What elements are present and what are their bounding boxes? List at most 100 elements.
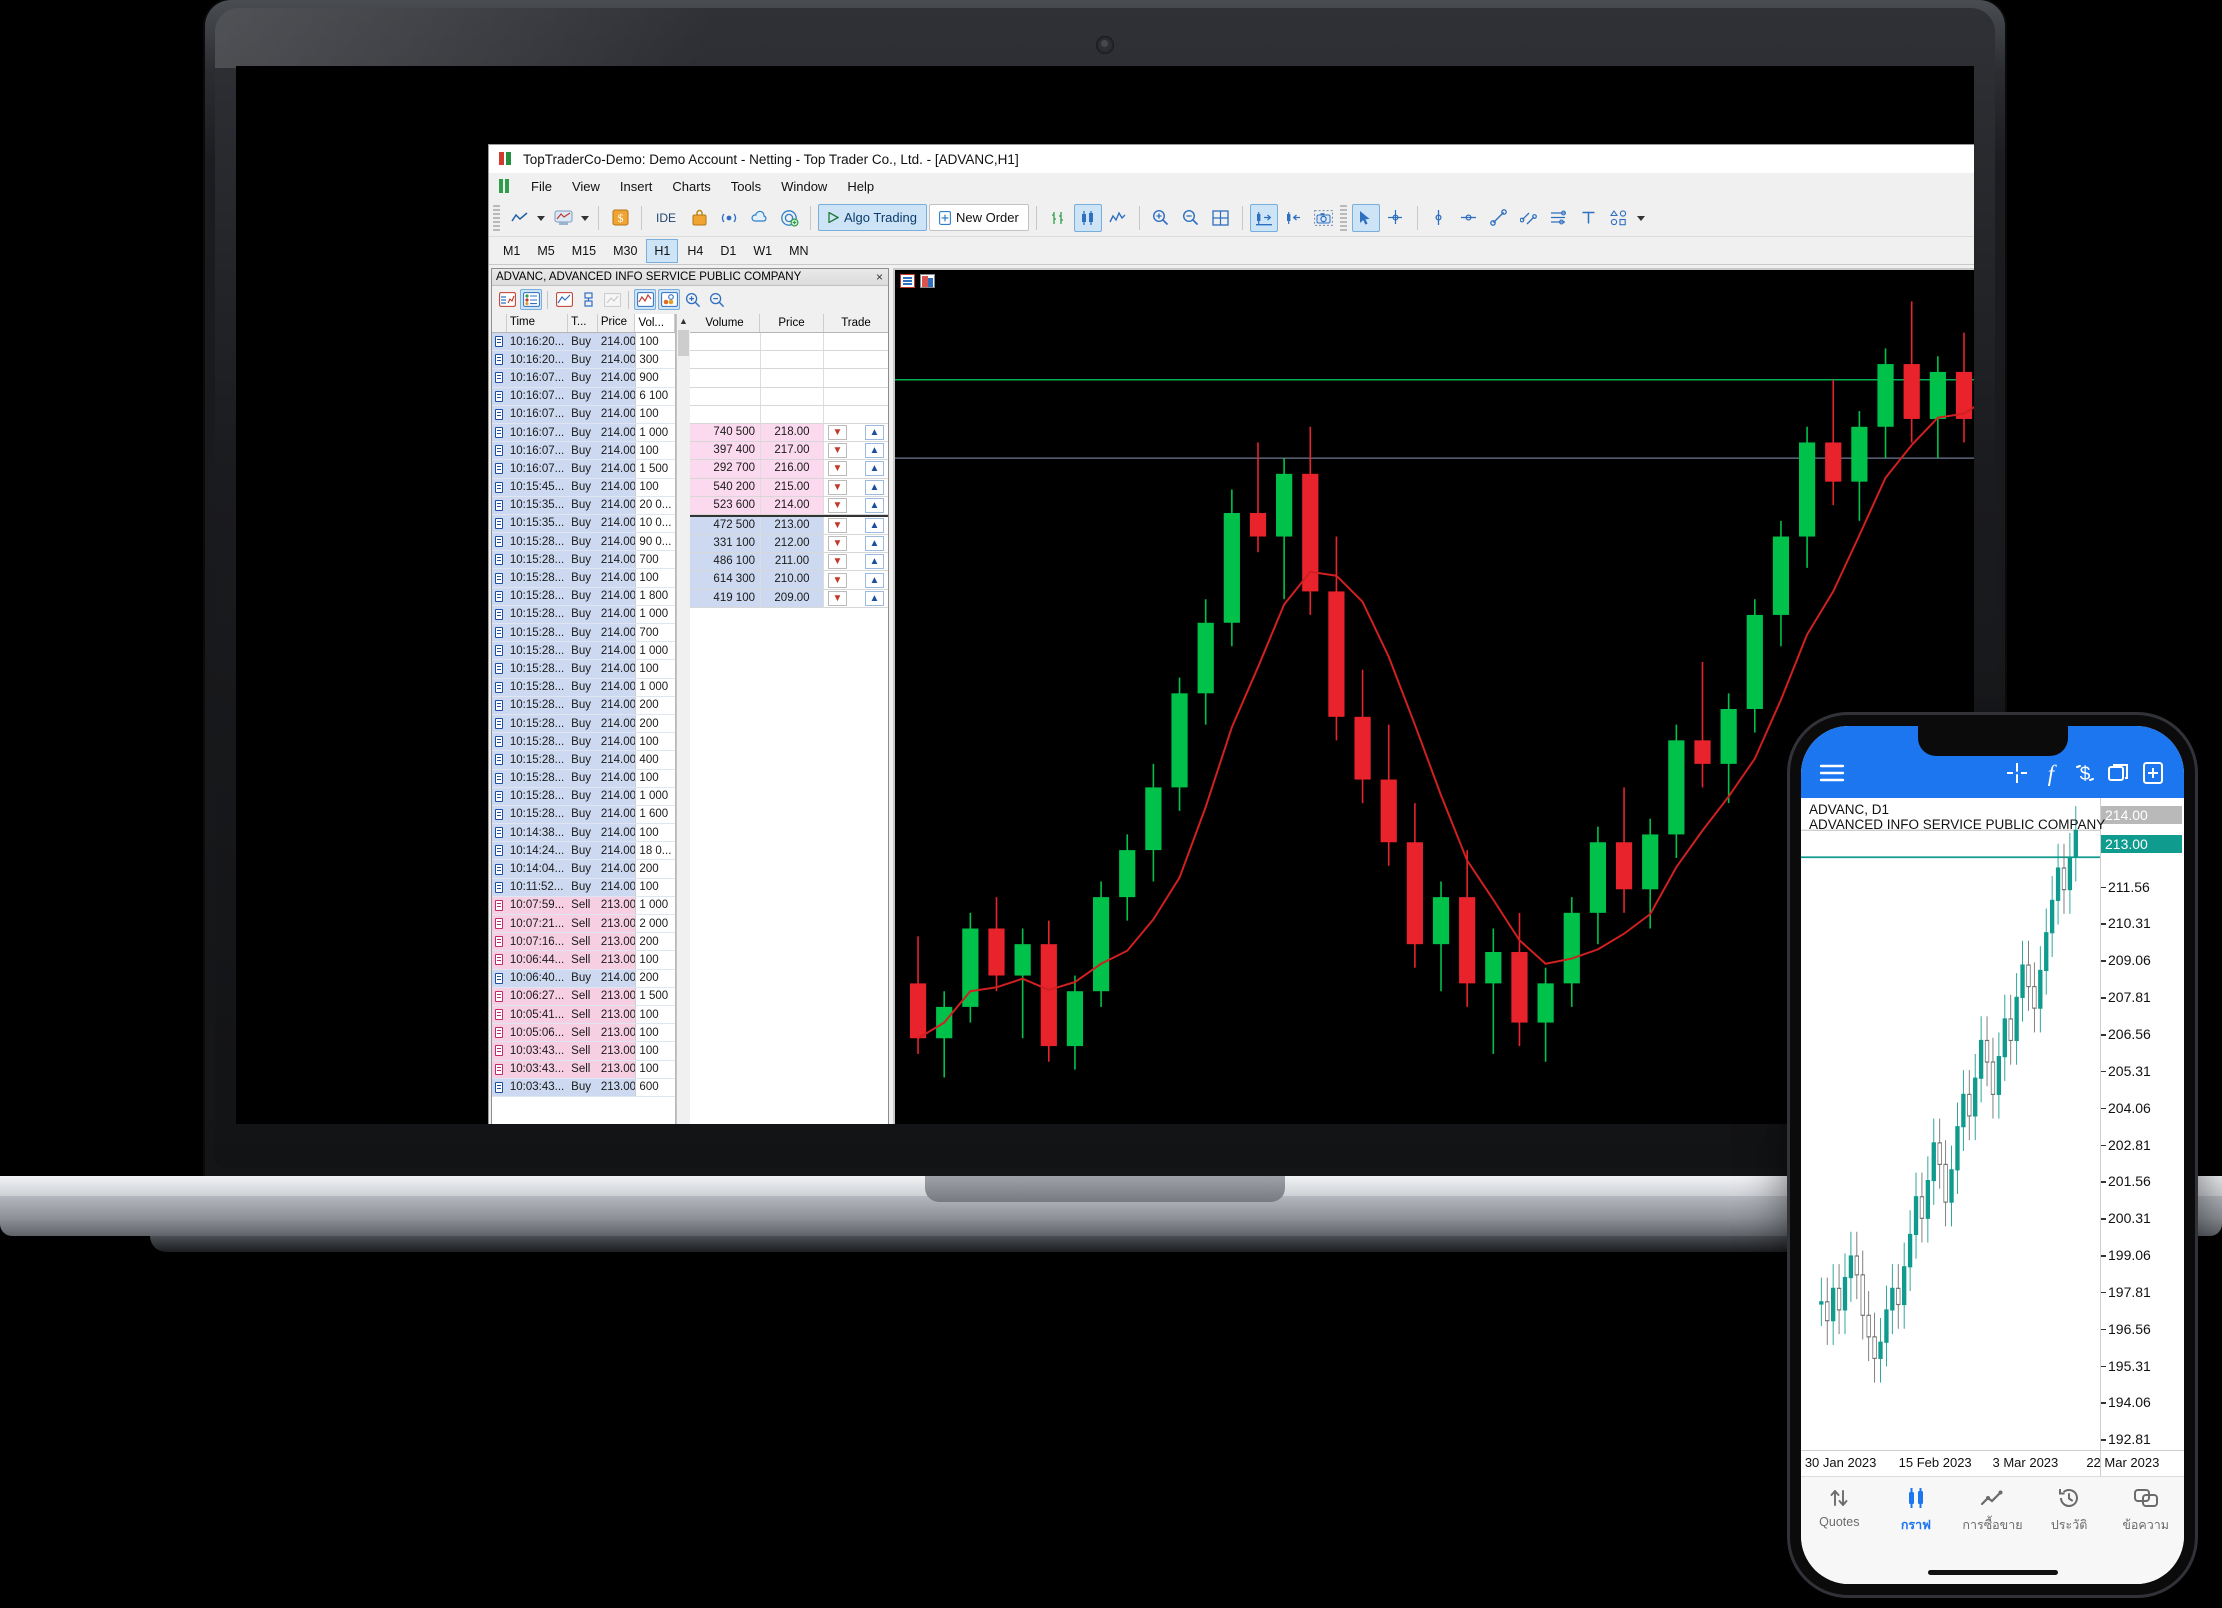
table-row[interactable]: 10:15:28... Buy 214.00 100 [492,733,675,752]
dom-row[interactable]: 419 100 209.00 ▼ ▲ [690,589,888,608]
book-zoom-out-icon[interactable] [706,289,728,310]
table-row[interactable]: 10:15:28... Buy 214.00 90 0... [492,533,675,552]
table-row[interactable]: 10:07:59... Sell 213.00 1 000 [492,896,675,915]
data-window-icon[interactable] [900,274,915,288]
sell-arrow-icon[interactable]: ▼ [828,425,847,441]
crosshair-icon[interactable] [2000,758,2034,788]
timeframe-m5[interactable]: M5 [529,239,562,263]
table-row[interactable]: 10:15:28... Buy 214.00 1 000 [492,787,675,806]
timeframe-d1[interactable]: D1 [712,239,744,263]
table-row[interactable]: 10:16:20... Buy 214.00 300 [492,351,675,370]
trendline-icon[interactable] [1485,204,1513,232]
new-chart-icon[interactable] [2136,758,2170,788]
text-label-icon[interactable] [1575,204,1603,232]
time-and-sales-rows[interactable]: 10:16:20... Buy 214.00 100 10:16:20... Buy 214… [492,333,675,1124]
sell-arrow-icon[interactable]: ▼ [828,443,847,459]
table-row[interactable]: 10:06:27... Sell 213.00 1 500 [492,987,675,1006]
table-row[interactable]: 10:15:28... Buy 214.00 400 [492,751,675,770]
timeframe-m15[interactable]: M15 [564,239,604,263]
table-row[interactable]: 10:16:20... Buy 214.00 100 [492,333,675,352]
buy-arrow-icon[interactable]: ▲ [865,425,884,441]
sell-arrow-icon[interactable]: ▼ [828,572,847,588]
algo-trading-button[interactable]: Algo Trading [818,204,927,231]
cursor-icon[interactable] [1351,203,1380,232]
sell-arrow-icon[interactable]: ▼ [828,554,847,570]
equidistant-channel-icon[interactable] [1515,204,1543,232]
line-chart-icon[interactable] [1104,204,1132,232]
scroll-up-icon[interactable]: ▲ [677,314,690,328]
buy-arrow-icon[interactable]: ▲ [865,479,884,495]
vertical-line-icon[interactable] [1425,204,1453,232]
menu-item-tools[interactable]: Tools [721,176,771,197]
menu-icon[interactable] [1815,758,1849,788]
timeframe-m1[interactable]: M1 [495,239,528,263]
scroll-chart-end-icon[interactable] [1249,203,1278,232]
market-bag-icon[interactable] [685,204,713,232]
table-row[interactable]: 10:15:28... Buy 214.00 100 [492,660,675,679]
ide-button[interactable]: IDE [649,204,683,232]
dom-row[interactable]: 331 100 212.00 ▼ ▲ [690,535,888,554]
table-row[interactable]: 10:16:07... Buy 214.00 1 500 [492,460,675,479]
dom-row[interactable]: 740 500 218.00 ▼ ▲ [690,423,888,443]
signals-icon[interactable] [715,204,743,232]
table-row[interactable]: 10:15:35... Buy 214.00 20 0... [492,496,675,515]
dom-row[interactable]: 540 200 215.00 ▼ ▲ [690,478,888,497]
vps-cloud-icon[interactable] [745,204,773,232]
market-depth-close-icon[interactable]: × [876,270,883,284]
table-row[interactable]: 10:05:06... Sell 213.00 100 [492,1024,675,1043]
tick-volume-icon[interactable] [658,289,680,310]
table-row[interactable]: 10:07:21... Sell 213.00 2 000 [492,915,675,934]
chart-shift-icon[interactable] [1280,204,1308,232]
buy-arrow-icon[interactable]: ▲ [865,572,884,588]
screenshot-icon[interactable] [1310,204,1338,232]
vps-register-icon[interactable] [775,204,803,232]
dom-row[interactable]: 397 400 217.00 ▼ ▲ [690,442,888,461]
table-row[interactable]: 10:03:43... Sell 213.00 100 [492,1060,675,1079]
dom-row[interactable]: 292 700 216.00 ▼ ▲ [690,460,888,479]
table-row[interactable]: 10:16:07... Buy 214.00 900 [492,369,675,388]
tick-chart-icon[interactable] [634,289,656,310]
windows-icon[interactable] [2102,758,2136,788]
table-row[interactable]: 10:16:07... Buy 214.00 100 [492,442,675,461]
table-row[interactable]: 10:15:28... Buy 214.00 1 000 [492,642,675,661]
buy-arrow-icon[interactable]: ▲ [865,590,884,606]
timeframe-h4[interactable]: H4 [679,239,711,263]
fibonacci-icon[interactable] [1545,204,1573,232]
table-row[interactable]: 10:06:44... Sell 213.00 100 [492,951,675,970]
table-row[interactable]: 10:03:43... Buy 213.00 600 [492,1078,675,1097]
buy-arrow-icon[interactable]: ▲ [865,461,884,477]
menu-item-charts[interactable]: Charts [662,176,720,197]
menu-item-file[interactable]: File [521,176,562,197]
phone-chart[interactable]: ADVANC, D1 ADVANCED INFO SERVICE PUBLIC … [1801,798,2184,1476]
chart-type-line-icon[interactable] [505,204,533,232]
table-row[interactable]: 10:14:24... Buy 214.00 18 0... [492,842,675,861]
templates-icon[interactable] [549,204,577,232]
table-row[interactable]: 10:15:28... Buy 214.00 1 000 [492,605,675,624]
phone-tab-quotes[interactable]: Quotes [1801,1487,1878,1584]
horizontal-line-icon[interactable] [1455,204,1483,232]
menu-item-window[interactable]: Window [771,176,837,197]
table-row[interactable]: 10:03:43... Sell 213.00 100 [492,1042,675,1061]
table-row[interactable]: 10:15:28... Buy 214.00 700 [492,551,675,570]
table-row[interactable]: 10:15:28... Buy 214.00 1 800 [492,587,675,606]
table-row[interactable]: 10:16:07... Buy 214.00 6 100 [492,387,675,406]
table-row[interactable]: 10:15:28... Buy 214.00 100 [492,569,675,588]
toolbar-grip[interactable] [493,204,500,231]
menu-item-help[interactable]: Help [837,176,884,197]
sell-arrow-icon[interactable]: ▼ [828,479,847,495]
table-row[interactable]: 10:14:38... Buy 214.00 100 [492,824,675,843]
buy-arrow-icon[interactable]: ▲ [865,497,884,513]
dom-row[interactable]: 486 100 211.00 ▼ ▲ [690,553,888,572]
new-order-button[interactable]: New Order [929,204,1029,231]
phone-tab-messages[interactable]: ข้อความ [2107,1487,2184,1584]
zoom-out-icon[interactable] [1177,204,1205,232]
timeframe-m30[interactable]: M30 [605,239,645,263]
phone-price-scale[interactable]: 214.00 213.00 211.56 210.31 209.06 207.81 206.… [2100,798,2184,1476]
book-zoom-in-icon[interactable] [682,289,704,310]
table-row[interactable]: 10:05:41... Sell 213.00 100 [492,1005,675,1025]
scrollbar-thumb[interactable] [678,330,689,356]
dom-rows[interactable]: 740 500 218.00 ▼ ▲ 397 400 217.00 ▼ ▲ 292 700 216… [690,333,888,1124]
table-row[interactable]: 10:14:04... Buy 214.00 200 [492,860,675,879]
dom-row[interactable]: 614 300 210.00 ▼ ▲ [690,571,888,590]
toolbar-grip-2[interactable] [1339,204,1347,231]
